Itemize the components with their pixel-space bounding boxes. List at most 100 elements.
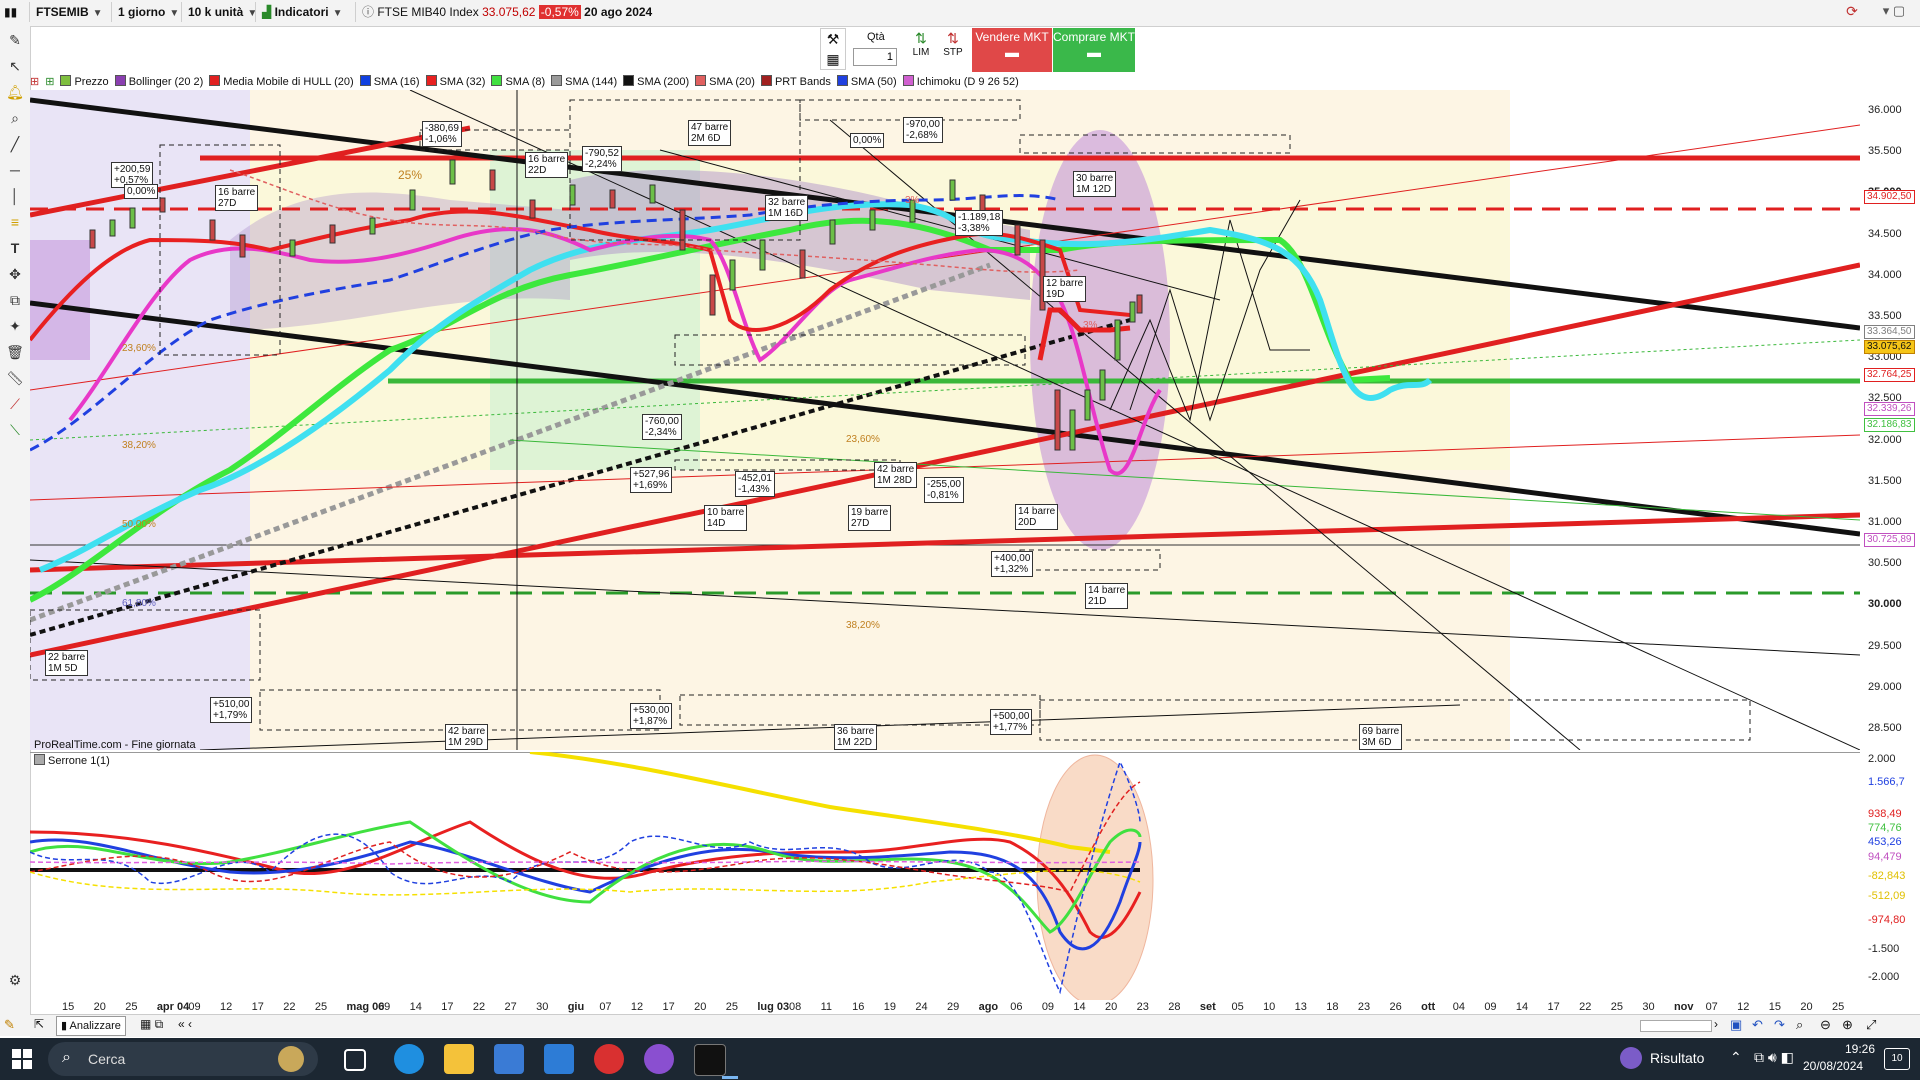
annotation-box[interactable]: -452,01 -1,43%: [735, 471, 775, 497]
trash-icon[interactable]: 🗑︎: [5, 342, 25, 362]
legend-item[interactable]: SMA (200): [623, 74, 689, 90]
info-icon[interactable]: ⓘ: [362, 5, 377, 19]
annotation-box[interactable]: 12 barre 19D: [1043, 276, 1087, 302]
annotation-box[interactable]: 36 barre 1M 22D: [834, 724, 878, 750]
annotation-box[interactable]: -380,69 -1,06%: [422, 121, 462, 147]
stop-order-button[interactable]: ⇅ STP: [941, 30, 965, 70]
trend-tool-icon[interactable]: ⟍: [5, 420, 25, 440]
window-controls[interactable]: ▾ ▢: [1872, 3, 1916, 23]
layout-icon[interactable]: ▦ ⧉: [140, 1017, 163, 1032]
legend-add-icon[interactable]: ⊞: [30, 74, 39, 90]
windows-start-icon[interactable]: [12, 1049, 32, 1069]
move-icon[interactable]: ✥: [5, 264, 25, 284]
fibonacci-icon[interactable]: ≡: [5, 212, 25, 232]
chart-tool-icon[interactable]: ⟋: [5, 394, 25, 414]
annotation-box[interactable]: 14 barre 21D: [1085, 583, 1129, 609]
calendar-icon[interactable]: ▣: [1730, 1017, 1742, 1033]
bell-icon[interactable]: 🔔︎: [5, 82, 25, 102]
copy-icon[interactable]: ⧉: [5, 290, 25, 310]
annotation-box[interactable]: 32 barre 1M 16D: [765, 195, 809, 221]
annotation-box[interactable]: 47 barre 2M 6D: [688, 120, 732, 146]
scrollbar[interactable]: [1640, 1020, 1712, 1032]
annotation-box[interactable]: -760,00 -2,34%: [642, 414, 682, 440]
tray-icons[interactable]: ⧉ 🔊︎ ◧: [1754, 1049, 1794, 1066]
refresh-icon[interactable]: ⟳: [1842, 3, 1862, 23]
result-label[interactable]: Risultato: [1650, 1050, 1704, 1066]
price-chart[interactable]: [30, 90, 1860, 750]
clock-date[interactable]: 20/08/2024: [1803, 1059, 1863, 1073]
annotation-box[interactable]: -255,00 -0,81%: [924, 477, 964, 503]
task-view-icon[interactable]: [344, 1049, 366, 1071]
pointer-icon[interactable]: ↖: [5, 56, 25, 76]
prorealtime-icon[interactable]: [694, 1044, 726, 1076]
legend-item[interactable]: SMA (16): [359, 74, 420, 90]
draw-icon[interactable]: ✎: [4, 1017, 15, 1033]
app-red-icon[interactable]: [594, 1044, 624, 1074]
symbol-select[interactable]: FTSEMIB ▼: [32, 2, 112, 22]
line-tool-icon[interactable]: ╱: [5, 134, 25, 154]
annotation-box[interactable]: 69 barre 3M 6D: [1359, 724, 1403, 750]
annotation-box[interactable]: 42 barre 1M 28D: [874, 462, 918, 488]
units-select[interactable]: 10 k unità▼: [184, 2, 256, 22]
store-icon[interactable]: [494, 1044, 524, 1074]
annotation-box[interactable]: 30 barre 1M 12D: [1073, 171, 1117, 197]
legend-item[interactable]: Media Mobile di HULL (20): [209, 74, 354, 90]
mail-icon[interactable]: [544, 1044, 574, 1074]
zoom-icon[interactable]: ⌕: [5, 108, 25, 128]
annotation-box[interactable]: +400,00 +1,32%: [991, 551, 1034, 577]
brush-icon[interactable]: ✦: [5, 316, 25, 336]
annotation-box[interactable]: -790,52 -2,24%: [582, 146, 622, 172]
buy-market-button[interactable]: Comprare MKT ▬: [1053, 28, 1135, 72]
legend-item[interactable]: SMA (32): [425, 74, 485, 90]
legend-item[interactable]: Prezzo: [60, 74, 109, 90]
indicators-button[interactable]: ▟ Indicatori ▼: [258, 2, 356, 22]
text-tool-icon[interactable]: T: [5, 238, 25, 258]
annotation-box[interactable]: 16 barre 27D: [215, 185, 259, 211]
vertical-line-icon[interactable]: │: [5, 186, 25, 206]
annotation-box[interactable]: +530,00 +1,87%: [630, 703, 673, 729]
bars-icon[interactable]: ▮▮: [0, 2, 30, 22]
order-tools-icon[interactable]: ⚒ ▦: [820, 28, 846, 70]
undo-icon[interactable]: ↶: [1752, 1017, 1763, 1033]
notifications-badge[interactable]: 10: [1884, 1048, 1910, 1070]
tray-chevron-icon[interactable]: ⌃: [1730, 1049, 1742, 1066]
limit-order-button[interactable]: ⇅ LIM: [909, 30, 933, 70]
annotation-box[interactable]: +510,00 +1,79%: [210, 697, 253, 723]
annotation-box[interactable]: 16 barre 22D: [525, 152, 569, 178]
annotation-box[interactable]: -970,00 -2,68%: [903, 117, 943, 143]
timeframe-select[interactable]: 1 giorno ▼: [114, 2, 182, 22]
annotation-box[interactable]: 22 barre 1M 5D: [45, 650, 89, 676]
legend-item[interactable]: Bollinger (20 2): [114, 74, 203, 90]
horizontal-line-icon[interactable]: ─: [5, 160, 25, 180]
annotation-box[interactable]: -1.189,18 -3,38%: [955, 210, 1004, 236]
quantity-input[interactable]: [853, 48, 897, 66]
search-box[interactable]: ⌕ Cerca: [48, 1042, 318, 1076]
legend-item[interactable]: Ichimoku (D 9 26 52): [902, 74, 1019, 90]
annotation-box[interactable]: +527,96 +1,69%: [630, 467, 673, 493]
annotation-box[interactable]: 10 barre 14D: [704, 505, 748, 531]
settings-icon[interactable]: ⚙: [5, 970, 25, 990]
legend-item[interactable]: PRT Bands: [760, 74, 831, 90]
scroll-right-icon[interactable]: ›: [1714, 1017, 1718, 1031]
annotation-box[interactable]: 14 barre 20D: [1015, 504, 1059, 530]
app-purple-icon[interactable]: [644, 1044, 674, 1074]
clock-time[interactable]: 19:26: [1825, 1042, 1875, 1056]
arrow-icon[interactable]: ⇱: [34, 1017, 44, 1031]
legend-item[interactable]: SMA (8): [491, 74, 545, 90]
edge-icon[interactable]: [394, 1044, 424, 1074]
sell-market-button[interactable]: Vendere MKT ▬: [972, 28, 1052, 72]
legend-item[interactable]: SMA (20): [695, 74, 755, 90]
annotation-box[interactable]: 42 barre 1M 29D: [445, 724, 489, 750]
analyze-button[interactable]: ▮ Analizzare: [56, 1016, 126, 1036]
zoom-out-icon[interactable]: ⊖: [1820, 1017, 1831, 1033]
legend-chart-icon[interactable]: ⊞: [45, 74, 54, 90]
ruler-icon[interactable]: 📏︎: [5, 368, 25, 388]
pencil-icon[interactable]: ✎: [5, 30, 25, 50]
scroll-left-icon[interactable]: « ‹: [178, 1017, 192, 1031]
zoom-fit-icon[interactable]: ⌕: [1796, 1017, 1803, 1033]
annotation-box[interactable]: +500,00 +1,77%: [990, 709, 1033, 735]
annotation-box[interactable]: 0,00%: [124, 184, 159, 199]
legend-item[interactable]: SMA (50): [836, 74, 897, 90]
legend-item[interactable]: SMA (144): [551, 74, 617, 90]
redo-icon[interactable]: ↷: [1774, 1017, 1785, 1033]
